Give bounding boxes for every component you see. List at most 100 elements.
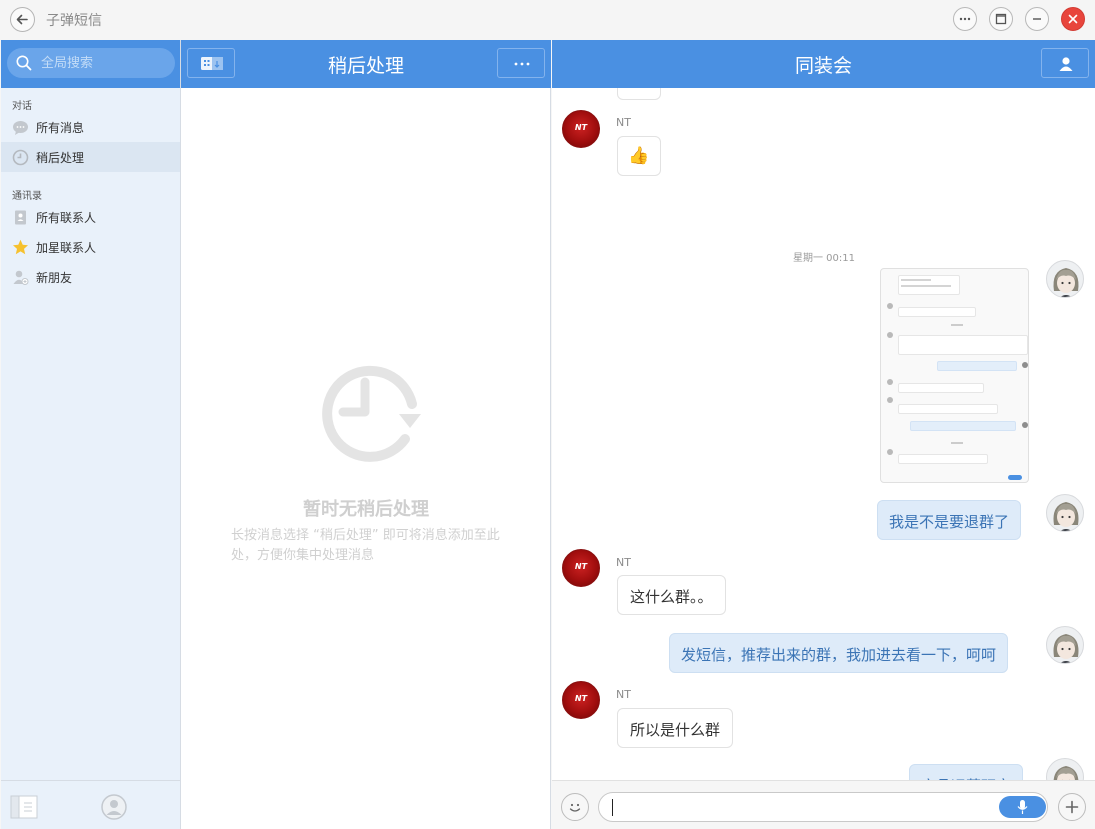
- shot-line: [951, 324, 963, 326]
- text-caret: [612, 799, 613, 816]
- message-bubble-partial[interactable]: [617, 88, 661, 100]
- close-button[interactable]: [1061, 7, 1085, 31]
- sidebar-footer: [1, 780, 180, 829]
- shot-avatar: [1022, 422, 1028, 428]
- shot-line: [951, 442, 963, 444]
- sidebar-item-all-contacts[interactable]: 所有联系人: [1, 202, 180, 232]
- image-message[interactable]: [880, 268, 1029, 483]
- person-icon: [1059, 57, 1073, 71]
- avatar[interactable]: [1046, 494, 1084, 532]
- shot-avatar: [1022, 362, 1028, 368]
- anime-avatar-icon: [1053, 502, 1079, 531]
- sidebar-item-label: 所有联系人: [36, 211, 97, 225]
- sidebar-item-new-friends[interactable]: 新朋友: [1, 262, 180, 292]
- avatar[interactable]: [1046, 758, 1084, 780]
- later-panel-header: 稍后处理: [181, 40, 551, 88]
- notebook-icon[interactable]: [10, 795, 38, 819]
- avatar[interactable]: [1046, 626, 1084, 664]
- shot-line: [901, 279, 931, 281]
- shot-avatar: [887, 397, 893, 403]
- app-window: 子弹短信 对话 所有消息 稍后处理 通讯录: [0, 0, 1095, 829]
- avatar[interactable]: NT: [562, 681, 600, 719]
- message-bubble-incoming[interactable]: 这什么群。。: [617, 575, 726, 615]
- shot-avatar: [887, 379, 893, 385]
- emoji-button[interactable]: [561, 793, 589, 821]
- plus-icon: [1065, 800, 1079, 814]
- shot-line: [898, 383, 984, 393]
- message-bubble-incoming[interactable]: 所以是什么群: [617, 708, 734, 748]
- sidebar-header: [1, 40, 180, 88]
- message-input[interactable]: [598, 792, 1048, 822]
- shot-line: [898, 307, 976, 317]
- microphone-icon: [1017, 800, 1028, 814]
- shot-line: [898, 335, 1028, 355]
- clock-icon: [12, 149, 29, 166]
- shot-line: [937, 361, 1017, 371]
- star-icon: [13, 239, 28, 255]
- anime-avatar-icon: [1053, 268, 1079, 297]
- composer: [552, 780, 1095, 829]
- sender-name: NT: [616, 556, 631, 569]
- later-panel: 稍后处理 暂时无稍后处理 长按消息选择 “稍后处理” 即可将消息添加至此处，方便…: [181, 40, 551, 829]
- profile-avatar-icon[interactable]: [101, 794, 127, 820]
- minimize-button[interactable]: [1025, 7, 1049, 31]
- smiley-icon: [569, 803, 581, 812]
- anime-avatar-icon: [1053, 634, 1079, 663]
- later-panel-title: 稍后处理: [327, 55, 404, 77]
- sidebar-item-label: 所有消息: [36, 121, 85, 135]
- title-bar: 子弹短信: [0, 0, 1095, 40]
- shot-line: [898, 454, 988, 464]
- section-conversations: 对话: [12, 101, 32, 112]
- shot-avatar: [887, 303, 893, 309]
- sidebar-item-starred-contacts[interactable]: 加星联系人: [1, 232, 180, 262]
- search-icon: [16, 55, 32, 71]
- sidebar-item-later[interactable]: 稍后处理: [1, 142, 180, 172]
- avatar[interactable]: NT: [562, 549, 600, 587]
- chat-bubble-icon: [13, 121, 28, 135]
- more-dots-icon: [959, 17, 971, 21]
- later-more-button[interactable]: [497, 48, 545, 78]
- add-person-icon: [13, 270, 29, 285]
- more-dots-icon: [514, 62, 530, 66]
- app-title: 子弹短信: [46, 13, 102, 29]
- later-clock-icon: [322, 365, 421, 462]
- chat-title: 同装会: [794, 55, 852, 77]
- contacts-book-icon: [15, 210, 26, 225]
- global-search[interactable]: [7, 48, 175, 78]
- sender-name: NT: [616, 116, 631, 129]
- shot-line: [910, 421, 1016, 431]
- maximize-icon: [995, 13, 1007, 25]
- sidebar-item-label: 稍后处理: [36, 151, 85, 165]
- sidebar-item-all-messages[interactable]: 所有消息: [1, 112, 180, 142]
- message-bubble-outgoing[interactable]: 发短信，推荐出来的群，我加进去看一下，呵呵: [669, 633, 1009, 673]
- message-bubble-outgoing[interactable]: 我是不是要退群了: [877, 500, 1022, 540]
- avatar[interactable]: NT: [562, 110, 600, 148]
- message-bubble-outgoing[interactable]: 产品运营研究: [909, 764, 1024, 780]
- shot-button: [1008, 475, 1022, 480]
- sidebar: 对话 所有消息 稍后处理 通讯录 所有联系人 加星联系人 新朋友: [1, 40, 181, 829]
- empty-state-title: 暂时无稍后处理: [303, 499, 429, 520]
- close-icon: [1068, 14, 1078, 24]
- chat-panel: 同装会 NT NT 👍 星期一 00:11 我是不是要退群了 NT NT 这什么…: [552, 40, 1095, 829]
- maximize-button[interactable]: [989, 7, 1013, 31]
- search-input[interactable]: [41, 53, 169, 73]
- minimize-icon: [1033, 18, 1041, 20]
- shot-line: [898, 404, 998, 414]
- avatar[interactable]: [1046, 260, 1084, 298]
- back-button[interactable]: [10, 7, 35, 32]
- sidebar-item-label: 加星联系人: [36, 241, 97, 255]
- empty-state-description: 长按消息选择 “稍后处理” 即可将消息添加至此处，方便你集中处理消息: [231, 528, 500, 563]
- window-menu-button[interactable]: [953, 7, 977, 31]
- anime-avatar-icon: [1053, 766, 1079, 780]
- sender-name: NT: [616, 688, 631, 701]
- section-contacts: 通讯录: [12, 191, 42, 202]
- group-members-button[interactable]: [1041, 48, 1089, 78]
- attach-button[interactable]: [1058, 793, 1086, 821]
- message-bubble-emoji[interactable]: 👍: [617, 136, 661, 176]
- message-list[interactable]: NT NT 👍 星期一 00:11 我是不是要退群了 NT NT 这什么群。。 …: [552, 88, 1095, 780]
- shot-avatar: [887, 449, 893, 455]
- back-arrow-icon: [16, 14, 28, 25]
- sidebar-item-label: 新朋友: [36, 271, 73, 285]
- voice-button[interactable]: [999, 796, 1046, 818]
- shot-line: [901, 285, 951, 287]
